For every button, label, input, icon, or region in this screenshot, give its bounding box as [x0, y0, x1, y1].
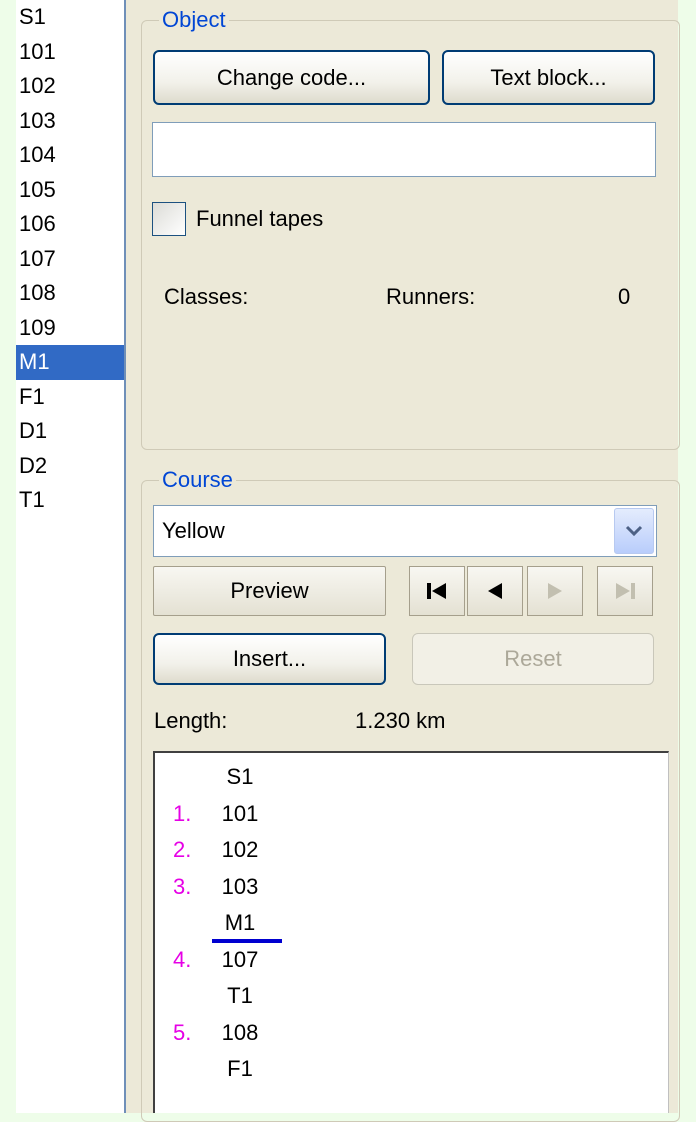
control-list-item[interactable]: 106: [16, 207, 124, 242]
course-leg[interactable]: 1. 101: [155, 796, 668, 832]
leg-code: S1: [226, 764, 254, 789]
control-list-item[interactable]: 107: [16, 242, 124, 277]
course-leg[interactable]: 5. 108: [155, 1015, 668, 1051]
course-leg[interactable]: 2. 102: [155, 832, 668, 868]
course-leg[interactable]: T1: [155, 978, 668, 1014]
leg-code: 108: [221, 1019, 259, 1045]
control-list-item[interactable]: 101: [16, 35, 124, 70]
next-icon: [527, 566, 583, 616]
runners-label: Runners:: [386, 284, 476, 309]
leg-code: T1: [227, 983, 253, 1008]
course-leg[interactable]: S1: [155, 759, 668, 795]
course-select-value: Yellow: [162, 518, 225, 543]
chevron-down-icon[interactable]: [614, 508, 654, 554]
control-list-item[interactable]: S1: [16, 0, 124, 35]
control-list-item[interactable]: T1: [16, 483, 124, 518]
leg-number: 5.: [173, 1019, 192, 1045]
funnel-tapes-checkbox[interactable]: [152, 202, 186, 236]
leg-code: 102: [221, 837, 259, 862]
preview-button[interactable]: Preview: [153, 566, 386, 616]
course-leg[interactable]: F1: [155, 1051, 668, 1087]
leg-code: F1: [227, 1056, 253, 1081]
last-icon: [597, 566, 653, 616]
first-icon[interactable]: [409, 566, 465, 616]
control-list-item[interactable]: F1: [16, 380, 124, 415]
control-list[interactable]: S1 101 102 103 104 105 106 107 108 109 M1 F1 D1 D2 T1: [16, 0, 124, 1113]
control-list-item[interactable]: 105: [16, 173, 124, 208]
course-leg[interactable]: 3. 103: [155, 869, 668, 905]
classes-label: Classes:: [164, 284, 249, 309]
length-value: 1.230 km: [355, 708, 446, 733]
control-list-item[interactable]: 102: [16, 69, 124, 104]
leg-code: 107: [221, 946, 259, 972]
reset-button: Reset: [412, 633, 654, 685]
course-select[interactable]: Yellow: [153, 505, 657, 557]
course-list[interactable]: S1 1. 101 2. 102 3. 103 M1 4. 107 T1 5. 108 F1: [153, 751, 669, 1113]
leg-code: 101: [221, 800, 259, 826]
leg-number: 3.: [173, 873, 192, 899]
course-leg[interactable]: 4. 107: [155, 942, 668, 978]
control-list-item[interactable]: D1: [16, 414, 124, 449]
course-leg[interactable]: M1: [155, 905, 668, 941]
leg-code: M1: [224, 910, 256, 935]
insert-button[interactable]: Insert...: [153, 633, 386, 685]
panel-edge: [678, 0, 696, 1113]
leg-number: 1.: [173, 800, 192, 826]
code-input[interactable]: [152, 122, 656, 177]
course-group-title: Course: [159, 468, 236, 492]
leg-number: 4.: [173, 946, 192, 972]
object-group-title: Object: [159, 8, 229, 32]
control-list-item[interactable]: 109: [16, 311, 124, 346]
control-list-item[interactable]: D2: [16, 449, 124, 484]
previous-icon[interactable]: [467, 566, 523, 616]
runners-count: 0: [618, 284, 631, 309]
text-block-button[interactable]: Text block...: [442, 50, 655, 105]
leg-number: 2.: [173, 837, 192, 862]
leg-code: 103: [221, 873, 259, 899]
funnel-tapes-label[interactable]: Funnel tapes: [196, 206, 323, 232]
change-code-button[interactable]: Change code...: [153, 50, 430, 105]
length-label: Length:: [154, 708, 228, 733]
control-list-item[interactable]: M1: [16, 345, 124, 380]
control-list-item[interactable]: 108: [16, 276, 124, 311]
control-list-item[interactable]: 103: [16, 104, 124, 139]
control-list-item[interactable]: 104: [16, 138, 124, 173]
